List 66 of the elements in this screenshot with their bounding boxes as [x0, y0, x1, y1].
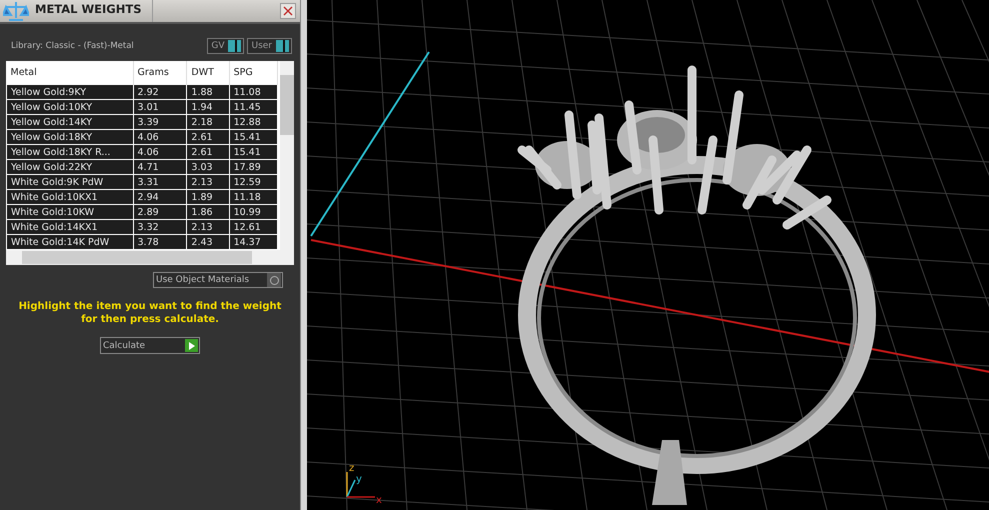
table-cell: 2.13 [186, 220, 230, 234]
table-cell: 3.31 [133, 174, 187, 190]
table-cell: 2.92 [133, 84, 187, 100]
calculate-button[interactable]: Calculate [100, 337, 200, 354]
table-cell: 4.06 [133, 144, 187, 160]
table-cell: 2.61 [186, 144, 230, 160]
table-cell: 3.01 [133, 100, 187, 114]
table-cell: Yellow Gold:22KY [6, 160, 133, 174]
table-cell: 3.32 [133, 220, 187, 234]
3d-viewport[interactable]: z y x [307, 0, 989, 510]
table-cell: 2.89 [133, 204, 187, 220]
column-header[interactable]: SPG [229, 61, 278, 84]
table-cell: 2.94 [133, 190, 187, 204]
table-cell: 15.41 [229, 144, 278, 160]
table-cell: Yellow Gold:9KY [6, 84, 133, 100]
table-cell: Yellow Gold:10KY [6, 100, 133, 114]
table-cell: 11.45 [229, 100, 278, 114]
vertical-scrollbar[interactable] [280, 61, 294, 250]
z-axis-label: z [349, 463, 354, 474]
table-cell: White Gold:14K PdW [6, 234, 133, 250]
table-cell: 1.89 [186, 190, 230, 204]
table-cell: White Gold:9K PdW [6, 174, 133, 190]
toggle-switch[interactable]: GV [207, 38, 244, 54]
table-cell: 14.37 [229, 234, 278, 250]
table-cell: Yellow Gold:14KY [6, 114, 133, 130]
toggle-switch[interactable]: User [247, 38, 292, 54]
play-icon [185, 339, 198, 352]
table-cell: 12.59 [229, 174, 278, 190]
table-cell: 12.88 [229, 114, 278, 130]
table-cell: White Gold:10KX1 [6, 190, 133, 204]
table-cell: 4.71 [133, 160, 187, 174]
table-cell: White Gold:10KW [6, 204, 133, 220]
column-header[interactable]: DWT [186, 61, 230, 84]
panel-title: METAL WEIGHTS [32, 0, 152, 22]
table-cell: 2.13 [186, 174, 230, 190]
table-cell: 11.18 [229, 190, 278, 204]
library-label: Library: Classic - (Fast)-Metal [11, 41, 135, 51]
table-cell: 10.99 [229, 204, 278, 220]
table-cell: 1.88 [186, 84, 230, 100]
table-cell: 1.94 [186, 100, 230, 114]
x-axis-label: x [376, 495, 382, 506]
table-cell: 2.43 [186, 234, 230, 250]
table-cell: Yellow Gold:18KY [6, 130, 133, 144]
axis-gizmo-icon [346, 472, 375, 498]
column-header[interactable]: Grams [133, 61, 187, 84]
close-button[interactable] [280, 3, 296, 19]
table-cell: Yellow Gold:18KY R... [6, 144, 133, 160]
panel-splitter[interactable] [300, 0, 307, 510]
close-icon [283, 6, 293, 16]
table-cell: 2.18 [186, 114, 230, 130]
instruction-text: Highlight the item you want to find the weight for then press calculate. [18, 300, 282, 326]
table-cell: 3.78 [133, 234, 187, 250]
table-cell: White Gold:14KX1 [6, 220, 133, 234]
table-cell: 3.03 [186, 160, 230, 174]
scale-icon [3, 0, 29, 22]
y-axis-label: y [356, 474, 362, 485]
table-cell: 17.89 [229, 160, 278, 174]
table-cell: 4.06 [133, 130, 187, 144]
table-cell: 15.41 [229, 130, 278, 144]
horizontal-scrollbar[interactable] [6, 250, 294, 265]
table-cell: 11.08 [229, 84, 278, 100]
table-cell: 1.86 [186, 204, 230, 220]
use-object-materials-toggle[interactable]: Use Object Materials [153, 272, 283, 288]
table-cell: 12.61 [229, 220, 278, 234]
table-cell: 2.61 [186, 130, 230, 144]
table-cell: 3.39 [133, 114, 187, 130]
